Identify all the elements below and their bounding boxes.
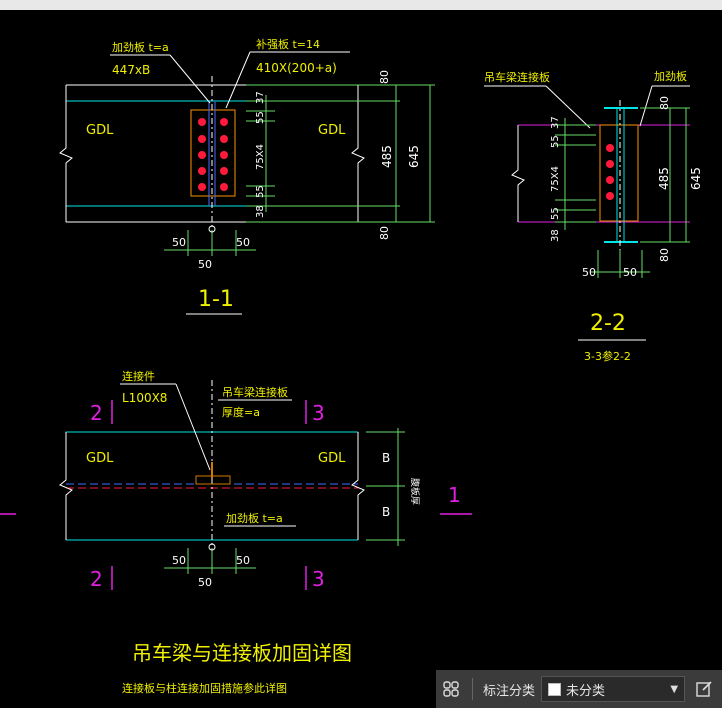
leader-line: [169, 54, 211, 104]
dim-50-left: 50: [172, 554, 186, 567]
cut-mark-1: 1: [448, 483, 461, 507]
stiffener-dim: 447xB: [112, 63, 150, 77]
dim-38: 38: [255, 205, 266, 218]
cut-mark-2-bot: 2: [90, 567, 103, 591]
connector-dim: L100X8: [122, 391, 167, 405]
bolt: [198, 167, 206, 175]
dim-b-top: B: [382, 451, 390, 465]
stiffener-label: 加劲板: [654, 69, 687, 83]
beam-plate-label: 吊车梁连接板: [484, 70, 550, 84]
bolt: [220, 167, 228, 175]
leader-line: [639, 85, 653, 127]
dim-80-top: 80: [378, 70, 391, 84]
cut-mark-2-top: 2: [90, 401, 103, 425]
patch-label: 补强板 t=14: [256, 37, 320, 51]
patch-plate: [599, 124, 639, 222]
leader-line: [175, 383, 211, 471]
bolt: [606, 160, 614, 168]
plan-view: 连接件 L100X8 吊车梁连接板 厚度=a 加劲板 t=a GDL GDL 2…: [0, 370, 472, 591]
bolt: [606, 144, 614, 152]
patch-dim: 410X(200+a): [256, 61, 337, 75]
break-line: [511, 125, 525, 222]
gdl-left: GDL: [86, 123, 114, 138]
bolt: [606, 176, 614, 184]
dim-75x4: 75X4: [550, 166, 561, 192]
drawing-note: 连接板与柱连接加固措施参此详图: [122, 682, 287, 695]
cad-drawing-canvas[interactable]: 加劲板 t=a 447xB 补强板 t=14 410X(200+a) GDL G…: [0, 10, 722, 670]
connector-label: 连接件: [122, 370, 155, 383]
bolt: [220, 151, 228, 159]
stiffener-label: 加劲板 t=a: [226, 511, 283, 525]
section-1-1: 加劲板 t=a 447xB 补强板 t=14 410X(200+a) GDL G…: [59, 37, 435, 315]
bolt: [198, 118, 206, 126]
dim-55: 55: [255, 111, 266, 124]
bolt: [606, 192, 614, 200]
gdl-right: GDL: [318, 451, 346, 466]
cut-mark-3-top: 3: [312, 401, 325, 425]
bolt: [220, 118, 228, 126]
bottom-dim-lines: [590, 250, 650, 278]
web-thickness-label: 腹板厚: [409, 478, 421, 505]
category-label: 标注分类: [483, 683, 536, 699]
dim-37: 37: [550, 116, 561, 129]
cut-mark-3-bot: 3: [312, 567, 325, 591]
dim-50-mid: 50: [198, 576, 212, 589]
bolt-group: [198, 118, 228, 191]
dim-lines: [366, 428, 405, 546]
dim-50-left: 50: [172, 236, 186, 249]
annotation-toolbar: 标注分类 未分类 ▼: [436, 670, 722, 708]
break-line-right: [351, 85, 365, 222]
grid-icon[interactable]: [436, 674, 466, 704]
toolbar-divider: [472, 678, 473, 700]
dim-55: 55: [255, 185, 266, 198]
window-top-strip: [0, 0, 722, 10]
bolt: [220, 135, 228, 143]
gdl-left: GDL: [86, 451, 114, 466]
dim-80-bot: 80: [658, 248, 671, 262]
dim-50-mid: 50: [198, 258, 212, 271]
section-title: 1-1: [198, 287, 234, 312]
bolt: [220, 183, 228, 191]
bolt: [198, 151, 206, 159]
break-line-left: [59, 85, 73, 222]
dim-485: 485: [657, 167, 671, 190]
bolt: [198, 135, 206, 143]
patch-plate: [190, 109, 236, 197]
section-2-2: 吊车梁连接板 加劲板 37 55 75X4 55 38 80 485 645 8…: [484, 69, 703, 363]
leader-line: [225, 51, 251, 109]
bolt: [198, 183, 206, 191]
dim-50-right: 50: [236, 554, 250, 567]
category-dropdown-value: 未分类: [566, 683, 606, 699]
thickness-label: 厚度=a: [222, 405, 260, 419]
break-line-right: [351, 432, 365, 540]
category-color-swatch: [548, 682, 562, 696]
category-dropdown[interactable]: 未分类 ▼: [541, 676, 686, 702]
main-title: 吊车梁与连接板加固详图: [132, 641, 352, 665]
bolt-group: [606, 144, 614, 200]
dim-645: 645: [407, 145, 421, 168]
dim-38: 38: [550, 229, 561, 242]
dim-80-bot: 80: [378, 226, 391, 240]
edit-icon[interactable]: [689, 674, 719, 704]
dim-75x4: 75X4: [255, 144, 266, 170]
dim-55: 55: [550, 135, 561, 148]
dim-645: 645: [689, 167, 703, 190]
break-line-left: [59, 432, 73, 540]
dim-50-right: 50: [236, 236, 250, 249]
beam-plate-label: 吊车梁连接板: [222, 385, 288, 399]
section-title: 2-2: [590, 311, 626, 336]
stiffener-label: 加劲板 t=a: [112, 40, 169, 54]
dim-55: 55: [550, 207, 561, 220]
dim-80-top: 80: [658, 96, 671, 110]
dim-485: 485: [380, 145, 394, 168]
section-subtitle: 3-3参2-2: [584, 349, 631, 363]
dim-50-right: 50: [623, 266, 637, 279]
dim-b-bot: B: [382, 505, 390, 519]
dim-37: 37: [255, 91, 266, 104]
dim-50-left: 50: [582, 266, 596, 279]
gdl-right: GDL: [318, 123, 346, 138]
chevron-down-icon: ▼: [670, 683, 679, 695]
